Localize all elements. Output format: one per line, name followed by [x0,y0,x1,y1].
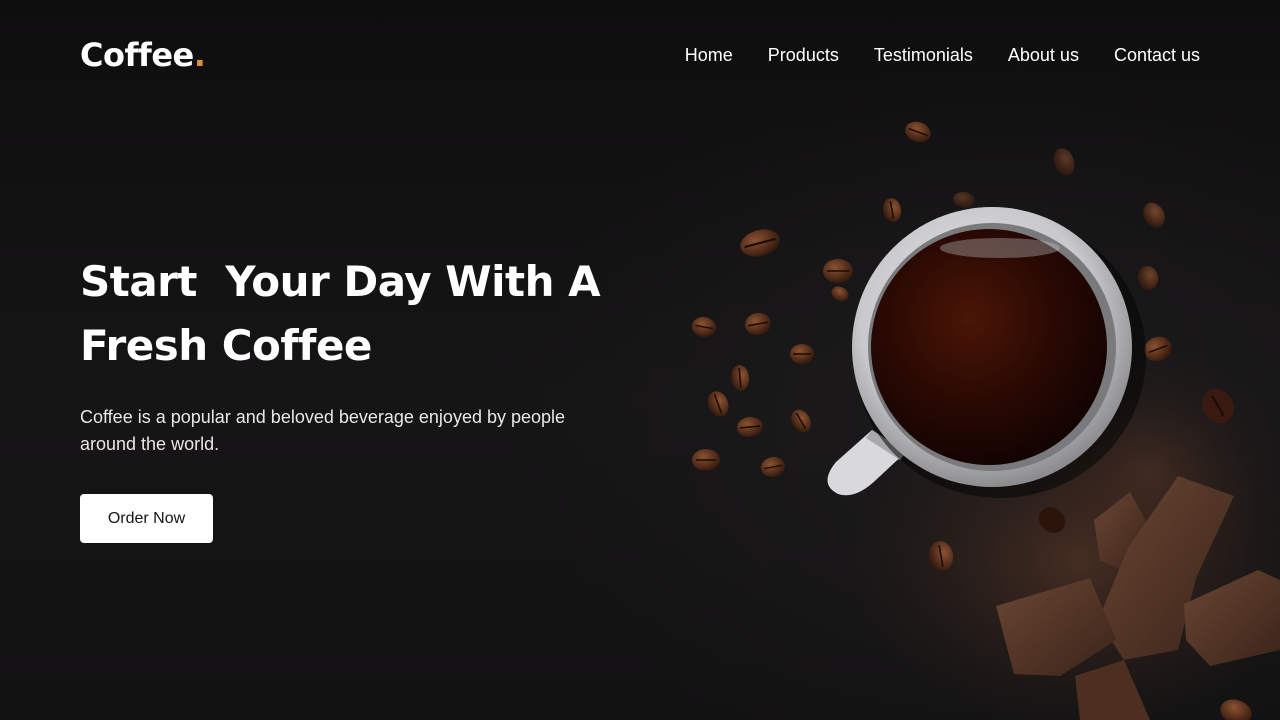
nav-link-contact-us[interactable]: Contact us [1114,45,1200,66]
nav-link-testimonials[interactable]: Testimonials [874,45,973,66]
hero-title: Start Your Day With A Fresh Coffee [80,250,640,378]
coffee-cup-icon [827,207,1146,498]
landing-page: Coffee. Home Products Testimonials About… [0,0,1280,720]
hero-title-line-2: Fresh Coffee [80,321,372,370]
nav-link-home[interactable]: Home [685,45,733,66]
logo-text: Coffee [80,36,194,74]
nav-links: Home Products Testimonials About us Cont… [685,45,1200,66]
hero-section: Start Your Day With A Fresh Coffee Coffe… [80,250,640,543]
nav-link-products[interactable]: Products [768,45,839,66]
hero-description: Coffee is a popular and beloved beverage… [80,407,566,454]
hero-title-line-1: Start Your Day With A [80,257,601,306]
nav-link-about-us[interactable]: About us [1008,45,1079,66]
order-now-button[interactable]: Order Now [80,494,213,543]
logo-dot: . [193,36,206,74]
navbar: Coffee. Home Products Testimonials About… [80,30,1200,80]
logo[interactable]: Coffee. [80,36,206,74]
